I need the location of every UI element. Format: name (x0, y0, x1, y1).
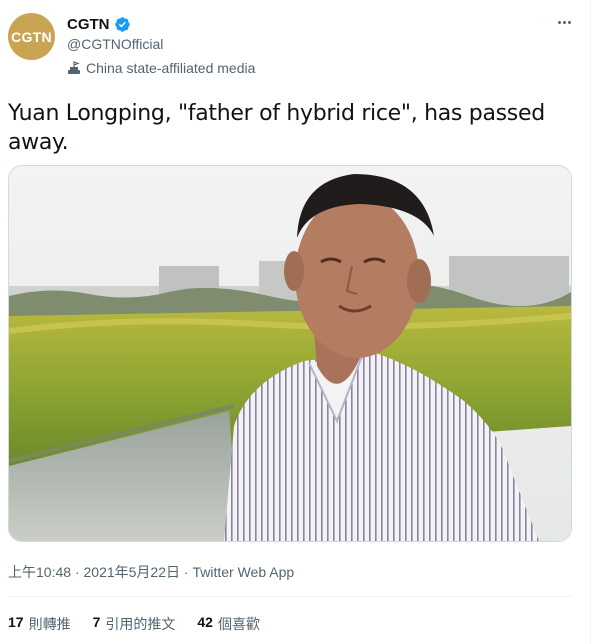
engagement-stats: 17 則轉推 7 引用的推文 42 個喜歡 (8, 614, 260, 634)
more-dot (567, 20, 571, 24)
retweets-count: 17 (8, 614, 24, 630)
quotes-stat[interactable]: 7 引用的推文 (93, 614, 176, 634)
frame-edge (590, 0, 591, 644)
tweet-text: Yuan Longping, "father of hybrid rice", … (8, 101, 545, 155)
likes-label: 個喜歡 (217, 616, 260, 632)
quotes-label: 引用的推文 (105, 616, 176, 632)
photo-illustration (9, 166, 571, 541)
affiliation-label[interactable]: China state-affiliated media (67, 60, 255, 76)
account-handle[interactable]: @CGTNOfficial (67, 36, 163, 52)
display-name[interactable]: CGTN (67, 16, 110, 33)
retweets-stat[interactable]: 17 則轉推 (8, 614, 71, 634)
state-media-flag-icon (68, 61, 80, 74)
verified-badge-icon (114, 16, 130, 32)
quotes-count: 7 (92, 614, 101, 630)
likes-stat[interactable]: 42 個喜歡 (197, 614, 260, 634)
more-options-icon[interactable] (554, 14, 574, 30)
divider (8, 596, 572, 597)
tweet-photo[interactable] (8, 165, 572, 542)
meta-separator: · (74, 564, 80, 580)
avatar-logo-text: CGTN (11, 28, 52, 45)
more-dot (562, 20, 566, 24)
tweet-date[interactable]: 2021年5月22日 (84, 564, 181, 580)
tweet-source[interactable]: Twitter Web App (192, 564, 294, 580)
meta-separator: · (183, 564, 189, 580)
avatar[interactable]: CGTN (8, 13, 55, 60)
more-dot (557, 20, 561, 24)
likes-count: 42 (197, 614, 213, 630)
tweet-metadata: 上午10:48 · 2021年5月22日 · Twitter Web App (8, 562, 294, 582)
retweets-label: 則轉推 (28, 616, 71, 632)
name-row: CGTN (67, 14, 131, 34)
affiliation-text: China state-affiliated media (86, 60, 256, 76)
tweet-time[interactable]: 上午10:48 (8, 564, 71, 580)
